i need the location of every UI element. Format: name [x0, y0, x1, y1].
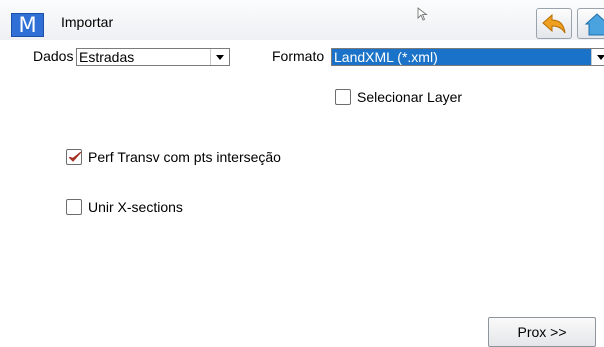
mouse-cursor-icon: [417, 7, 428, 21]
page-title: Importar: [61, 14, 114, 30]
app-logo: M: [11, 13, 44, 37]
selecionar-layer-label: Selecionar Layer: [357, 89, 463, 105]
chevron-down-icon[interactable]: [591, 49, 604, 65]
next-button[interactable]: Prox >>: [488, 317, 596, 347]
dados-select-value: Estradas: [79, 49, 135, 65]
checkmark-icon: [68, 151, 82, 162]
back-button[interactable]: [536, 8, 572, 39]
back-arrow-icon: [542, 13, 566, 34]
unir-xsections-label: Unir X-sections: [88, 199, 183, 215]
home-button[interactable]: [577, 8, 604, 39]
chevron-down-icon[interactable]: [210, 49, 229, 65]
dados-select[interactable]: Estradas: [76, 48, 230, 66]
formato-select-value: LandXML (*.xml): [334, 49, 438, 65]
perf-transv-checkbox[interactable]: [66, 149, 82, 165]
perf-transv-row[interactable]: Perf Transv com pts interseção: [66, 149, 281, 165]
selecionar-layer-checkbox[interactable]: [335, 89, 351, 105]
dados-label: Dados: [33, 48, 74, 64]
formato-label: Formato: [272, 48, 325, 64]
home-icon: [584, 13, 604, 36]
unir-xsections-row[interactable]: Unir X-sections: [66, 199, 183, 215]
formato-select[interactable]: LandXML (*.xml): [331, 48, 604, 66]
perf-transv-label: Perf Transv com pts interseção: [88, 149, 281, 165]
unir-xsections-checkbox[interactable]: [66, 199, 82, 215]
selecionar-layer-row[interactable]: Selecionar Layer: [335, 89, 462, 105]
title-bar: M Importar: [0, 0, 604, 40]
